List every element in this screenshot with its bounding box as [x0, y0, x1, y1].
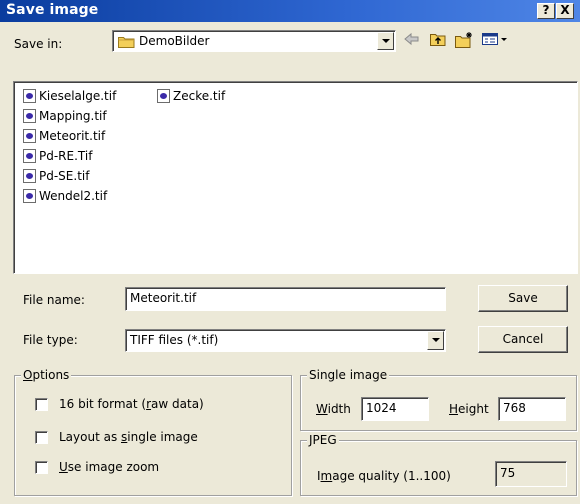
image-quality-label: Image quality (1..100) — [317, 469, 451, 483]
list-item[interactable]: Meteorit.tif — [23, 129, 105, 147]
folder-icon — [118, 35, 135, 48]
file-list[interactable]: Kieselalge.tif Mapping.tif Meteorit.tif … — [13, 81, 578, 274]
tif-file-icon — [23, 89, 36, 103]
width-input[interactable]: 1024 — [361, 397, 429, 421]
cancel-button[interactable]: Cancel — [478, 326, 568, 353]
width-label: Width — [316, 402, 351, 416]
close-button[interactable]: X — [556, 3, 574, 19]
file-type-dropdown[interactable]: TIFF files (*.tif) — [125, 329, 446, 352]
chevron-down-icon[interactable] — [427, 331, 444, 350]
list-item[interactable]: Zecke.tif — [157, 89, 225, 107]
file-name-value: Meteorit.tif — [130, 291, 197, 305]
back-arrow-icon[interactable] — [402, 31, 422, 51]
window-title: Save image — [6, 2, 99, 18]
use-image-zoom-label: Use image zoom — [59, 460, 160, 474]
single-image-group-label: Single image — [307, 368, 390, 382]
file-type-label: File type: — [23, 333, 78, 347]
list-item[interactable]: Kieselalge.tif — [23, 89, 116, 107]
chevron-down-icon[interactable] — [377, 32, 394, 50]
jpeg-group: JPEG Image quality (1..100) 75 — [300, 433, 577, 496]
save-image-dialog: Save image ? X Save in: DemoBilder Kiese… — [0, 0, 580, 504]
list-item[interactable]: Mapping.tif — [23, 109, 107, 127]
tif-file-icon — [23, 109, 36, 123]
up-folder-icon[interactable] — [428, 31, 448, 51]
view-menu-icon[interactable] — [480, 31, 510, 51]
file-type-value: TIFF files (*.tif) — [130, 333, 219, 347]
16bit-format-label: 16 bit format (raw data) — [59, 397, 204, 411]
options-group: Options 16 bit format (raw data) Layout … — [14, 368, 292, 496]
list-item[interactable]: Wendel2.tif — [23, 189, 107, 207]
height-label: Height — [449, 402, 489, 416]
jpeg-group-label: JPEG — [307, 433, 339, 447]
tif-file-icon — [23, 169, 36, 183]
16bit-format-checkbox[interactable] — [35, 398, 48, 411]
tif-file-icon — [23, 149, 36, 163]
save-button[interactable]: Save — [478, 285, 568, 312]
tif-file-icon — [23, 129, 36, 143]
tif-file-icon — [23, 189, 36, 203]
save-in-value: DemoBilder — [139, 34, 210, 48]
list-item[interactable]: Pd-SE.tif — [23, 169, 89, 187]
new-folder-icon[interactable] — [454, 31, 474, 51]
layout-single-image-label: Layout as single image — [59, 430, 198, 444]
use-image-zoom-checkbox[interactable] — [35, 461, 48, 474]
height-input[interactable]: 768 — [498, 397, 566, 421]
title-bar[interactable]: Save image ? X — [0, 0, 580, 22]
tif-file-icon — [157, 89, 170, 103]
save-in-dropdown[interactable]: DemoBilder — [112, 30, 396, 52]
single-image-group: Single image Width 1024 Height 768 — [300, 368, 577, 431]
image-quality-input[interactable]: 75 — [495, 461, 567, 487]
help-button[interactable]: ? — [537, 3, 555, 19]
file-name-input[interactable]: Meteorit.tif — [125, 287, 446, 311]
save-in-label: Save in: — [14, 37, 63, 51]
list-item[interactable]: Pd-RE.Tif — [23, 149, 92, 167]
layout-single-image-checkbox[interactable] — [35, 431, 48, 444]
file-name-label: File name: — [23, 293, 85, 307]
options-group-label: Options — [21, 368, 72, 382]
